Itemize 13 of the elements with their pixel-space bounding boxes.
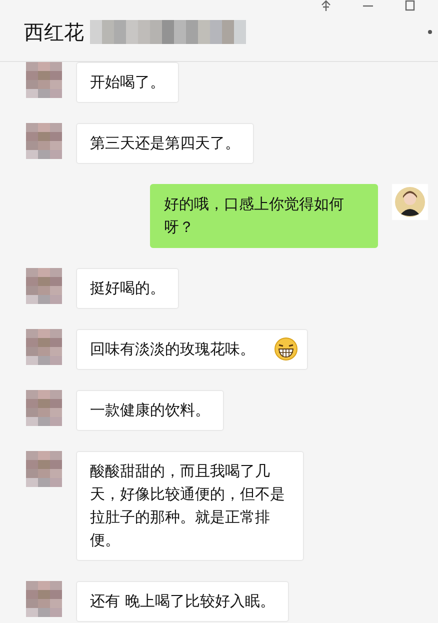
message-bubble: 开始喝了。 (76, 62, 179, 103)
more-icon[interactable] (428, 30, 432, 34)
avatar-figure-icon (392, 184, 428, 220)
maximize-icon[interactable] (404, 0, 416, 12)
message-bubble: 第三天还是第四天了。 (76, 123, 254, 164)
message-bubble: 还有 晚上喝了比较好入眠。 (76, 581, 289, 622)
pin-icon[interactable] (320, 0, 332, 12)
window-title: 西红花 (24, 18, 84, 46)
message-bubble: 酸酸甜甜的，而且我喝了几天，好像比较通便的，但不是拉肚子的那种。就是正常排便。 (76, 451, 304, 561)
message-bubble: 一款健康的饮料。 (76, 390, 224, 431)
message-bubble: 回味有淡淡的玫瑰花味。 (76, 329, 308, 370)
message-bubble: 挺好喝的。 (76, 268, 179, 309)
message-bubble: 好的哦，口感上你觉得如何呀？ (150, 184, 378, 248)
